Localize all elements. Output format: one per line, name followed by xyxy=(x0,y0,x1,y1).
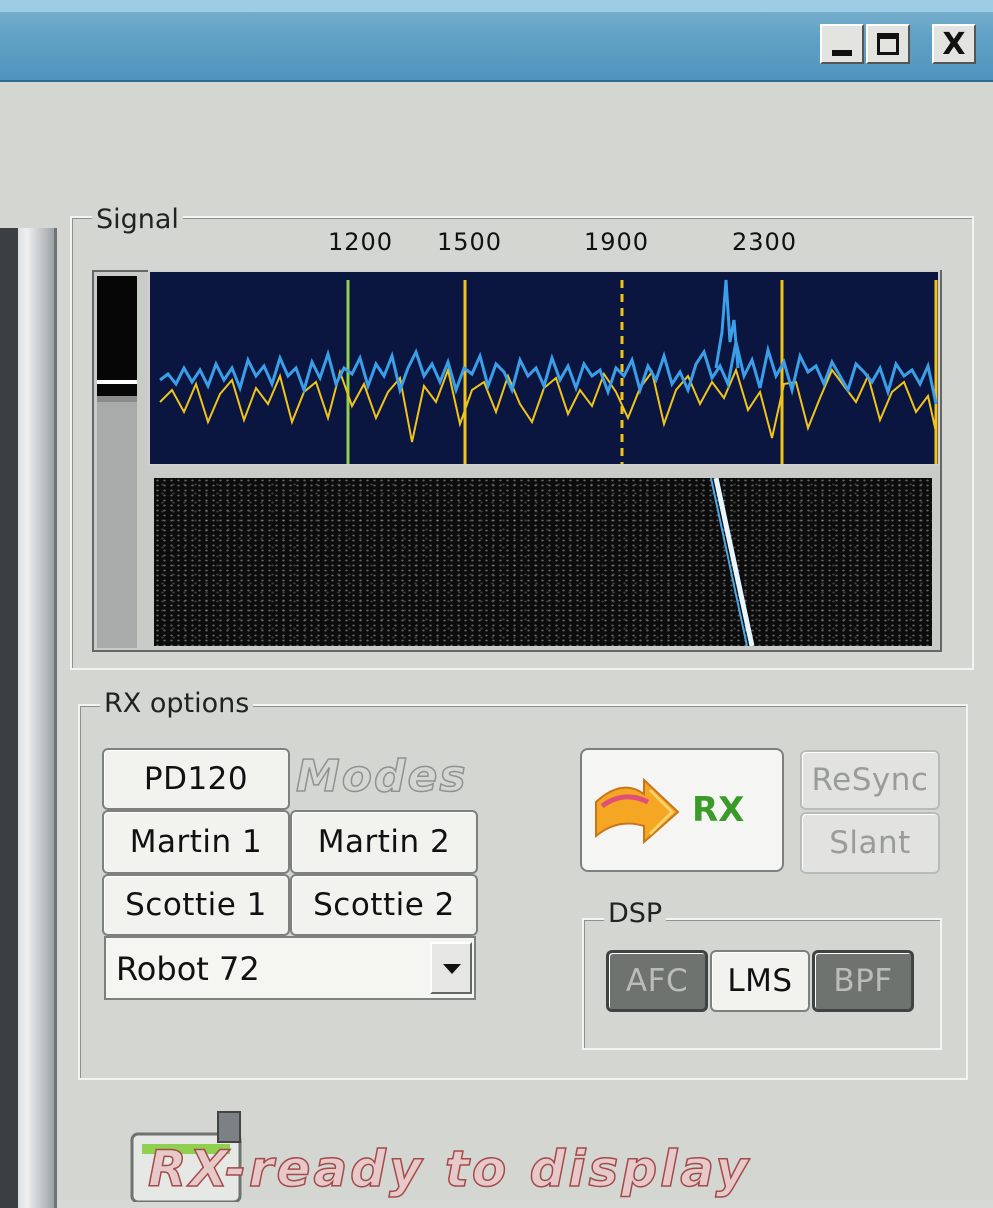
dsp-label: DSP xyxy=(604,898,667,929)
mode-button-martin2[interactable]: Martin 2 xyxy=(290,810,478,874)
freq-marker-1500: 1500 xyxy=(437,228,503,256)
rx-arrow-icon xyxy=(595,777,680,845)
resync-button[interactable]: ReSync xyxy=(800,750,940,810)
freq-marker-1200: 1200 xyxy=(328,228,394,256)
signal-group-label: Signal xyxy=(92,204,183,235)
bpf-toggle[interactable]: BPF xyxy=(812,950,914,1012)
level-marker[interactable] xyxy=(97,380,137,384)
rx-options-label: RX options xyxy=(100,688,254,719)
modes-label: Modes xyxy=(295,750,468,803)
freq-marker-1900: 1900 xyxy=(584,228,650,256)
signal-level-meter xyxy=(97,276,137,648)
mode-button-martin1[interactable]: Martin 1 xyxy=(102,810,290,874)
maximize-icon xyxy=(877,33,899,55)
lms-toggle[interactable]: LMS xyxy=(710,950,810,1012)
waterfall-trace xyxy=(710,477,755,647)
close-icon: X xyxy=(942,26,966,62)
mode-button-pd120[interactable]: PD120 xyxy=(102,748,290,810)
minimize-icon xyxy=(832,50,852,56)
slant-button[interactable]: Slant xyxy=(800,812,940,874)
dropdown-arrow-icon[interactable] xyxy=(430,942,472,994)
rx-button-label: RX xyxy=(692,790,745,830)
taskbar-strip xyxy=(0,0,993,12)
spectrum-display[interactable] xyxy=(148,270,940,466)
maximize-button[interactable] xyxy=(866,24,910,64)
minimize-button[interactable] xyxy=(820,24,864,64)
title-bar: X xyxy=(0,0,993,82)
mode-button-scottie1[interactable]: Scottie 1 xyxy=(102,874,290,936)
spectrum-trace-peaks xyxy=(159,366,937,443)
mode-select-value: Robot 72 xyxy=(116,950,260,988)
spectrum-trace xyxy=(159,341,938,405)
close-button[interactable]: X xyxy=(932,24,976,64)
mode-select[interactable]: Robot 72 xyxy=(104,936,476,1000)
left-panel-edge xyxy=(0,228,57,1208)
mode-button-scottie2[interactable]: Scottie 2 xyxy=(290,874,478,936)
rx-button[interactable]: RX xyxy=(580,748,784,872)
status-text: RX-ready to display xyxy=(147,1139,752,1199)
freq-marker-2300: 2300 xyxy=(732,228,798,256)
waterfall-display[interactable] xyxy=(154,477,932,647)
afc-toggle[interactable]: AFC xyxy=(606,950,708,1012)
spectrum-graph xyxy=(159,279,938,464)
